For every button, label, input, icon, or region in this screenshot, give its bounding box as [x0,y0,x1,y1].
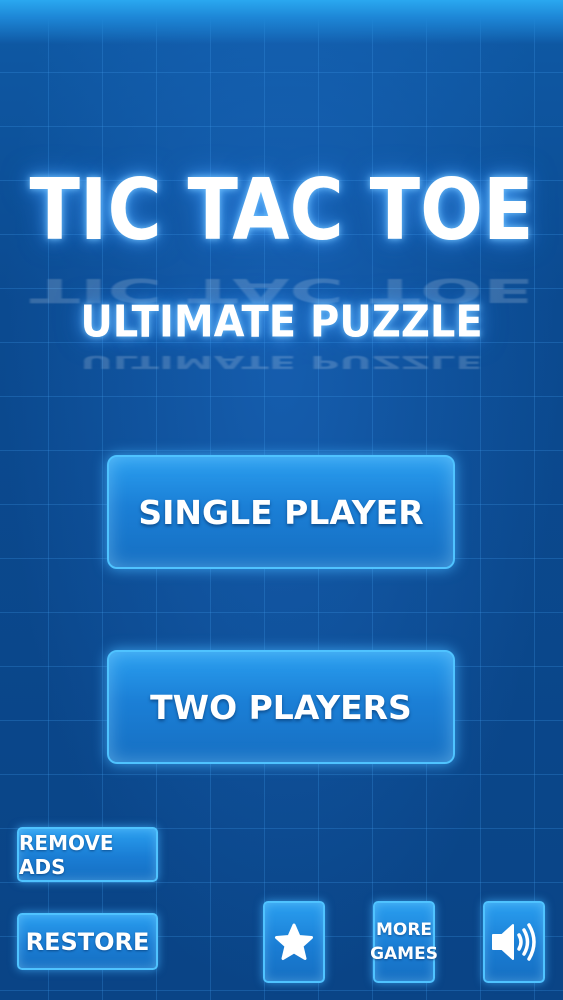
game-subtitle: ULTIMATE PUZZLE [80,296,483,348]
single-player-label: SINGLE PLAYER [138,492,424,532]
restore-label: RESTORE [25,927,150,956]
more-games-button[interactable]: MORE GAMES [370,901,438,983]
speaker-icon [490,920,538,964]
two-players-label: TWO PLAYERS [150,687,412,727]
more-games-label-line1: MORE [375,920,433,940]
subtitle-reflection: ULTIMATE PUZZLE [80,351,483,373]
two-players-button[interactable]: TWO PLAYERS [107,650,455,764]
main-menu-screen: TIC TAC TOE ULTIMATE PUZZLE TIC TAC TOE … [0,0,563,1000]
star-icon [274,922,314,962]
single-player-button[interactable]: SINGLE PLAYER [107,455,455,569]
remove-ads-button[interactable]: REMOVE ADS [17,827,158,882]
game-title: TIC TAC TOE [29,160,534,260]
more-games-label-line2: GAMES [370,944,438,964]
restore-button[interactable]: RESTORE [17,913,158,970]
top-glow-bar [0,0,563,44]
rate-button[interactable] [263,901,325,983]
remove-ads-label: REMOVE ADS [19,830,114,879]
sound-toggle-button[interactable] [483,901,545,983]
